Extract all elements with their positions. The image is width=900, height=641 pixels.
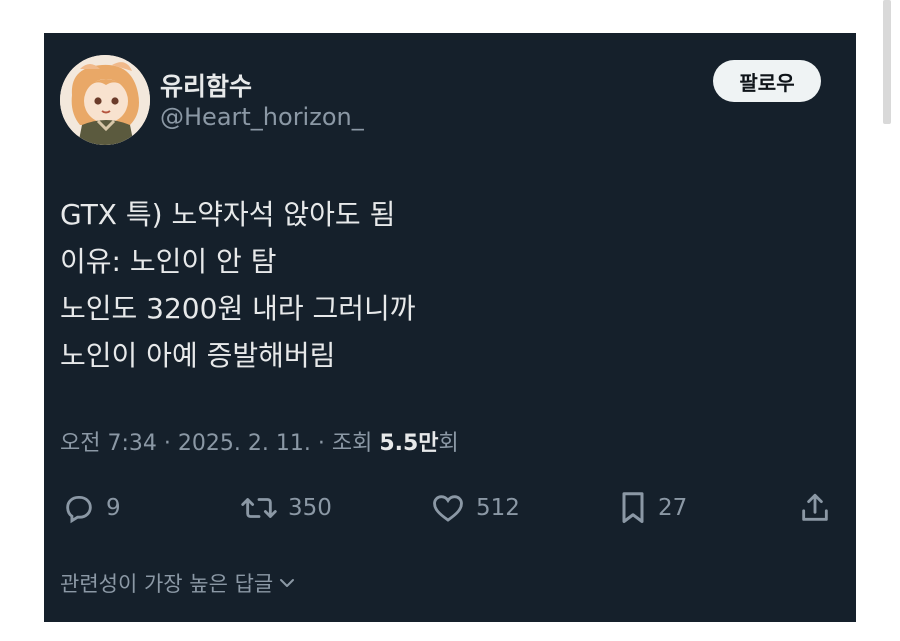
bookmark-button[interactable]: 27 [618, 488, 687, 528]
tweet-card: 유리함수 @Heart_horizon_ 팔로우 GTX 특) 노약자석 앉아도… [44, 33, 856, 622]
reply-icon [66, 495, 92, 524]
views-label: 조회 [331, 431, 373, 456]
tweet-text-line: 노인이 아예 증발해버림 [60, 339, 336, 372]
scrollbar[interactable] [883, 0, 891, 124]
views-count[interactable]: 5.5만 [379, 431, 438, 456]
heart-icon [433, 495, 463, 522]
tweet-time[interactable]: 오전 7:34 [60, 431, 157, 456]
reply-button[interactable]: 9 [62, 488, 121, 528]
views-suffix: 회 [438, 431, 459, 456]
replies-sort-dropdown[interactable]: 관련성이 가장 높은 답글 [60, 568, 297, 598]
retweet-count: 350 [288, 495, 332, 521]
tweet-text-line: 노인도 3200원 내라 그러니까 [60, 292, 416, 325]
bookmark-count: 27 [658, 495, 688, 521]
author-handle[interactable]: @Heart_horizon_ [160, 103, 364, 131]
like-button[interactable]: 512 [430, 488, 520, 528]
retweet-icon [241, 498, 277, 518]
chevron-down-icon [280, 579, 295, 587]
share-icon [802, 493, 828, 521]
tweet-text-line: 이유: 노인이 안 탐 [60, 245, 277, 278]
retweet-button[interactable]: 350 [240, 488, 332, 528]
author-display-name[interactable]: 유리함수 [160, 67, 252, 103]
tweet-date[interactable]: 2025. 2. 11. [178, 431, 311, 456]
replies-sort-label: 관련성이 가장 높은 답글 [60, 572, 274, 596]
tweet-meta: 오전 7:34 · 2025. 2. 11. · 조회 5.5만회 [60, 425, 459, 457]
avatar[interactable] [60, 55, 150, 145]
anime-character-avatar-icon [60, 55, 150, 145]
follow-button[interactable]: 팔로우 [713, 60, 821, 102]
meta-separator: · [163, 431, 178, 456]
reply-count: 9 [106, 495, 121, 521]
like-count: 512 [476, 495, 520, 521]
share-button[interactable] [798, 488, 832, 528]
bookmark-icon [622, 492, 644, 523]
meta-separator: · [317, 431, 332, 456]
tweet-text-line: GTX 특) 노약자석 앉아도 됨 [60, 198, 396, 231]
